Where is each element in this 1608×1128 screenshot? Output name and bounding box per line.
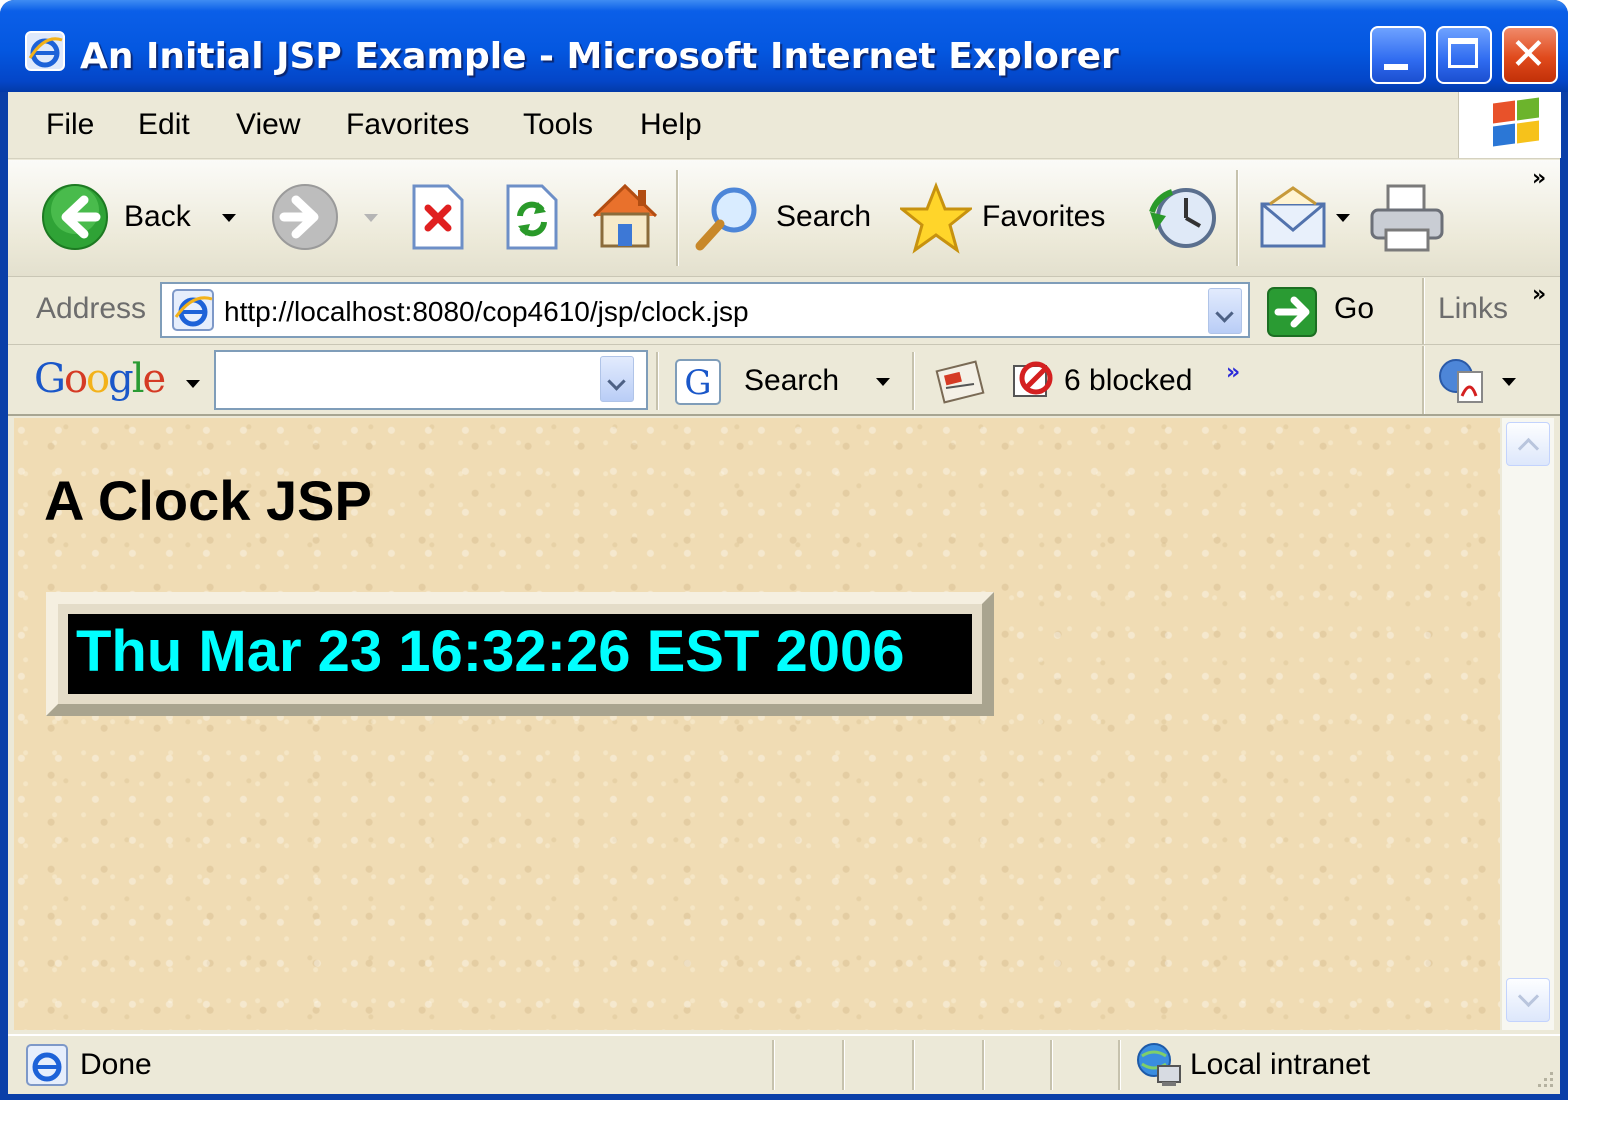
maximize-icon <box>1448 38 1478 68</box>
forward-dropdown-icon <box>364 214 378 222</box>
google-menu-dropdown-icon[interactable] <box>186 380 200 388</box>
go-button[interactable]: Go <box>1266 284 1406 338</box>
menu-favorites[interactable]: Favorites <box>346 108 469 142</box>
google-search-dropdown-icon[interactable] <box>876 378 890 386</box>
status-separator <box>1118 1040 1121 1090</box>
address-input[interactable]: http://localhost:8080/cop4610/jsp/clock.… <box>160 282 1250 338</box>
popup-blocked-count: 6 blocked <box>1064 364 1193 397</box>
scroll-up-button[interactable] <box>1506 422 1550 466</box>
google-search-button[interactable]: G Search <box>674 354 890 408</box>
google-search-input[interactable] <box>214 350 648 410</box>
ie-icon <box>25 31 65 71</box>
windows-logo-icon <box>1458 92 1561 158</box>
address-bar: Address http://localhost:8080/cop4610/js… <box>8 278 1560 345</box>
toolbar-overflow-chevron[interactable]: » <box>1532 166 1546 191</box>
page-status-icon <box>26 1044 68 1086</box>
address-label: Address <box>36 292 147 325</box>
status-separator <box>982 1040 985 1090</box>
window-title: An Initial JSP Example - Microsoft Inter… <box>80 36 1119 77</box>
mail-dropdown-icon[interactable] <box>1336 214 1350 222</box>
pdf-dropdown-icon[interactable] <box>1502 378 1516 386</box>
favorites-star-icon <box>900 182 972 254</box>
menu-view[interactable]: View <box>236 108 300 142</box>
search-button[interactable]: Search <box>692 176 882 256</box>
menu-tools[interactable]: Tools <box>523 108 593 142</box>
scroll-down-button[interactable] <box>1506 978 1550 1022</box>
google-logo[interactable]: Google <box>34 356 166 402</box>
address-url: http://localhost:8080/cop4610/jsp/clock.… <box>224 296 749 327</box>
close-icon: ✕ <box>1510 29 1547 80</box>
home-icon[interactable] <box>588 178 662 252</box>
refresh-icon[interactable] <box>502 182 562 252</box>
standard-toolbar: Back Search Favorites » <box>8 160 1560 277</box>
toolbar-separator <box>676 170 679 266</box>
back-arrow-icon <box>42 184 108 250</box>
google-g-icon: G <box>675 359 721 405</box>
security-zone-label: Local intranet <box>1190 1048 1371 1081</box>
print-icon[interactable] <box>1368 182 1448 254</box>
minimize-button[interactable] <box>1370 26 1426 84</box>
browser-window: An Initial JSP Example - Microsoft Inter… <box>0 0 1568 1100</box>
mail-button[interactable] <box>1258 180 1358 256</box>
stop-icon[interactable] <box>408 182 468 252</box>
links-label[interactable]: Links <box>1438 292 1508 326</box>
back-dropdown-icon[interactable] <box>222 214 236 222</box>
local-intranet-icon <box>1137 1043 1181 1086</box>
minimize-icon <box>1384 64 1408 70</box>
status-separator <box>772 1040 775 1090</box>
clock-display: Thu Mar 23 16:32:26 EST 2006 <box>68 614 972 694</box>
google-search-dropdown-button[interactable] <box>600 356 634 402</box>
google-search-label: Search <box>744 364 840 397</box>
google-separator <box>1422 346 1425 414</box>
maximize-button[interactable] <box>1436 26 1492 84</box>
address-dropdown-button[interactable] <box>1208 288 1242 334</box>
popup-blocked-icon <box>1013 361 1053 397</box>
menu-file[interactable]: File <box>46 108 94 142</box>
forward-arrow-icon <box>272 184 338 250</box>
menu-edit[interactable]: Edit <box>138 108 190 142</box>
links-overflow-chevron[interactable]: » <box>1532 282 1546 307</box>
history-icon[interactable] <box>1148 182 1220 254</box>
status-bar: Done Local intranet <box>8 1034 1560 1094</box>
page-icon <box>172 289 214 331</box>
address-separator <box>1422 278 1425 344</box>
popup-blocker-button[interactable]: 6 blocked <box>1008 354 1218 408</box>
mail-icon <box>1260 186 1326 248</box>
google-separator <box>656 352 659 410</box>
go-label: Go <box>1334 292 1375 325</box>
go-arrow-icon <box>1267 287 1317 337</box>
status-separator <box>1050 1040 1053 1090</box>
vertical-scrollbar[interactable] <box>1502 418 1554 1030</box>
status-separator <box>912 1040 915 1090</box>
menu-bar: File Edit View Favorites Tools Help <box>8 92 1561 159</box>
window-client: File Edit View Favorites Tools Help Back… <box>8 92 1561 1094</box>
toolbar-separator <box>1236 170 1239 266</box>
status-text: Done <box>80 1048 152 1081</box>
search-label: Search <box>776 200 872 233</box>
back-button[interactable]: Back <box>36 176 246 256</box>
google-separator <box>912 352 915 410</box>
google-overflow-chevron[interactable]: » <box>1226 360 1240 385</box>
status-separator <box>842 1040 845 1090</box>
close-button[interactable]: ✕ <box>1502 26 1558 84</box>
clock-text: Thu Mar 23 16:32:26 EST 2006 <box>76 619 905 684</box>
google-toolbar: Google G Search 6 blocked » <box>8 346 1560 416</box>
title-bar[interactable]: An Initial JSP Example - Microsoft Inter… <box>0 0 1568 92</box>
back-label: Back <box>124 200 191 233</box>
resize-grip-icon[interactable] <box>1532 1066 1556 1090</box>
favorites-button[interactable]: Favorites <box>900 176 1130 256</box>
pdf-icon[interactable] <box>1436 354 1488 406</box>
svg-text:G: G <box>684 363 711 403</box>
forward-button[interactable] <box>270 176 390 256</box>
menu-help[interactable]: Help <box>640 108 702 142</box>
page-content: A Clock JSP Thu Mar 23 16:32:26 EST 2006 <box>14 418 1500 1030</box>
favorites-label: Favorites <box>982 200 1106 233</box>
search-icon <box>695 187 757 251</box>
news-icon[interactable] <box>934 354 986 406</box>
page-heading: A Clock JSP <box>44 469 372 532</box>
clock-frame: Thu Mar 23 16:32:26 EST 2006 <box>46 592 994 716</box>
